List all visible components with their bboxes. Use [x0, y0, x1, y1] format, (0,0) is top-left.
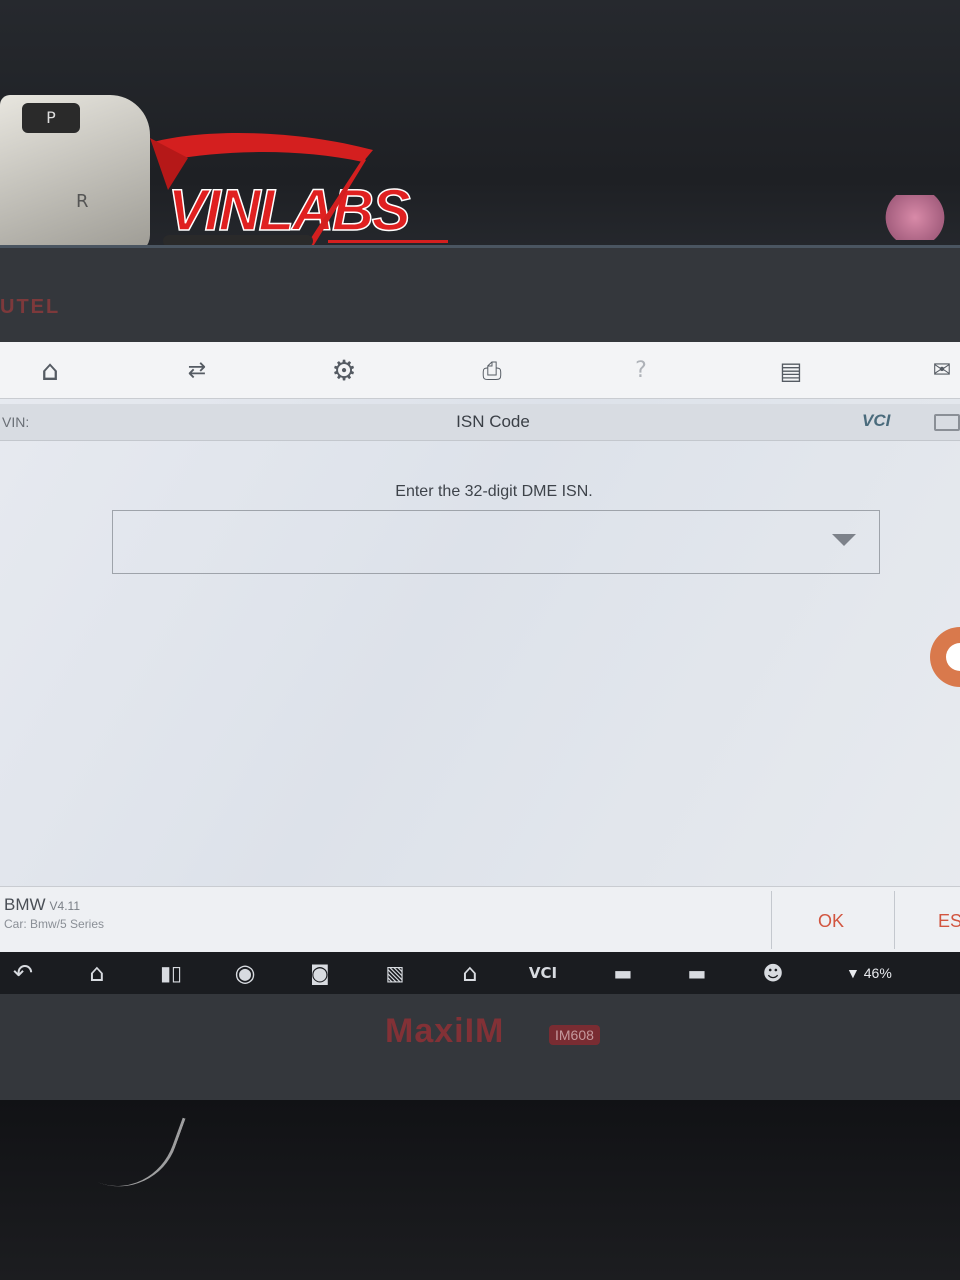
help-icon[interactable]: ? [624, 354, 658, 388]
ok-button[interactable]: OK [818, 911, 844, 932]
chrome-icon[interactable]: ◉ [230, 958, 260, 988]
settings-icon[interactable]: ⚙ [327, 354, 361, 388]
print-icon[interactable]: ⎙ [475, 354, 509, 388]
recent-apps-icon[interactable]: ▮▯ [156, 958, 186, 988]
home-icon[interactable]: ⌂ [82, 958, 112, 988]
divider [894, 891, 895, 949]
status-area: ▼ 46% [846, 965, 892, 981]
device-model-badge: IM608 [549, 1025, 600, 1045]
tablet-screen: ⌂ ⇄ ⚙ ⎙ ? ▤ ✉ VIN: ISN Code VCI Enter th… [0, 342, 960, 953]
page-title: ISN Code [456, 412, 530, 431]
wifi-icon: ▼ [846, 965, 860, 981]
footer-bar: BMW V4.11 Car: Bmw/5 Series OK ES [0, 886, 960, 953]
chevron-down-icon[interactable] [832, 534, 856, 546]
device-model-label: MaxiIM [385, 1012, 505, 1050]
battery-level: 46% [863, 965, 892, 981]
home-icon[interactable]: ⌂ [33, 354, 67, 388]
isn-input[interactable] [112, 510, 880, 574]
device-brand-label: UTEL [0, 296, 61, 318]
vci-icon[interactable]: VCI [528, 958, 558, 988]
gear-shifter: P R [0, 95, 150, 255]
gear-r-label: R [76, 191, 89, 212]
svg-text:VINLABS: VINLABS [168, 178, 411, 243]
save-icon[interactable]: ▤ [774, 354, 808, 388]
divider [771, 891, 772, 949]
car-icon[interactable]: ▬ [682, 958, 712, 988]
isn-prompt: Enter the 32-digit DME ISN. [395, 483, 593, 500]
remote-expert-icon[interactable]: ☻ [758, 958, 788, 988]
vci-status-icon: VCI [862, 411, 891, 430]
system-taskbar: ↶ ⌂ ▮▯ ◉ ◙ ▧ ⌂ VCI ▬ ▬ ☻ ▼ 46% [0, 952, 960, 994]
vinlabs-logo: VINLABS [150, 132, 448, 258]
back-icon[interactable]: ↶ [8, 958, 38, 988]
display-icon[interactable]: ▧ [380, 958, 410, 988]
esc-button[interactable]: ES [938, 911, 960, 932]
camera-icon[interactable]: ◙ [305, 958, 335, 988]
vehicle-make: BMW V4.11 [4, 895, 80, 915]
floating-action-button[interactable] [930, 627, 960, 687]
info-bar: VIN: ISN Code VCI [0, 404, 960, 441]
battery-icon [934, 414, 960, 431]
car-battery-icon[interactable]: ▬ [608, 958, 638, 988]
make-label: BMW [4, 895, 46, 914]
chat-icon[interactable]: ✉ [925, 354, 959, 388]
top-toolbar: ⌂ ⇄ ⚙ ⎙ ? ▤ ✉ [0, 342, 960, 399]
vehicle-model: Car: Bmw/5 Series [4, 917, 105, 931]
car-swap-icon[interactable]: ⇄ [180, 354, 214, 388]
background-object [880, 195, 950, 240]
home-icon[interactable]: ⌂ [455, 958, 485, 988]
gear-p-label: P [22, 103, 80, 133]
software-version: V4.11 [49, 899, 81, 913]
